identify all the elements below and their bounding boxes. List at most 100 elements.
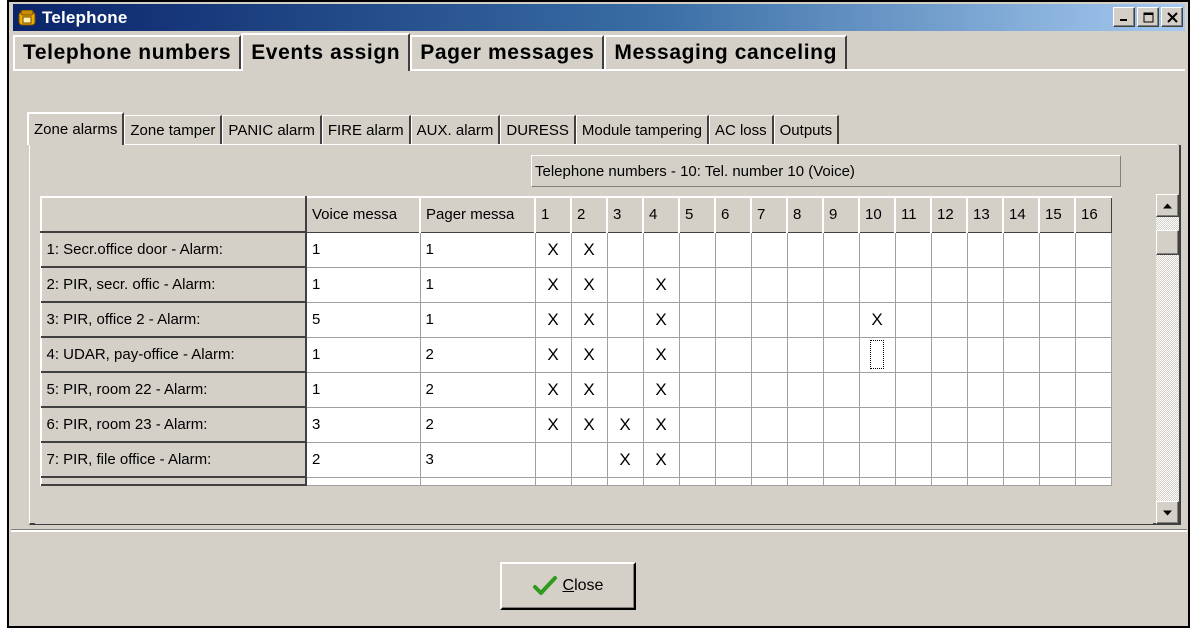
assign-cell-tel-1[interactable]: X (534, 266, 572, 303)
assign-cell-tel-16[interactable] (1074, 336, 1112, 373)
assign-cell-tel-12[interactable] (930, 371, 968, 408)
tab-fire-alarm[interactable]: FIRE alarm (321, 115, 411, 144)
assign-cell-tel-5[interactable] (678, 441, 716, 478)
assign-cell-tel-3[interactable]: X (606, 406, 644, 443)
tab-aux-alarm[interactable]: AUX. alarm (410, 115, 501, 144)
assign-cell-tel-16[interactable] (1074, 406, 1112, 443)
assign-cell-tel-14[interactable] (1002, 266, 1040, 303)
assign-cell-tel-4[interactable]: X (642, 406, 680, 443)
assign-cell-tel-7[interactable] (750, 266, 788, 303)
scroll-down-button[interactable] (1156, 501, 1179, 524)
assign-cell-tel-8[interactable] (786, 406, 824, 443)
assign-cell-tel-14[interactable] (1002, 371, 1040, 408)
tab-module-tampering[interactable]: Module tampering (575, 115, 709, 144)
assign-cell-tel-15[interactable] (1038, 371, 1076, 408)
assign-cell-tel-10[interactable] (858, 231, 896, 268)
assign-cell-tel-14[interactable] (1002, 406, 1040, 443)
assign-cell-tel-13[interactable] (966, 231, 1004, 268)
assign-cell-tel-11[interactable] (894, 441, 932, 478)
row-header[interactable]: 7: PIR, file office - Alarm: (40, 441, 307, 478)
row-header[interactable]: 2: PIR, secr. offic - Alarm: (40, 266, 307, 303)
assign-cell-tel-6[interactable] (714, 336, 752, 373)
assign-cell-tel-10[interactable] (858, 371, 896, 408)
assign-cell-tel-6[interactable] (714, 231, 752, 268)
assign-cell-tel-1[interactable]: X (534, 231, 572, 268)
assign-cell-tel-7[interactable] (750, 336, 788, 373)
assign-cell-tel-13[interactable] (966, 266, 1004, 303)
assign-cell-tel-8[interactable] (786, 371, 824, 408)
assign-cell-tel-9[interactable] (822, 371, 860, 408)
close-window-button[interactable] (1161, 7, 1183, 27)
voice-message-cell[interactable]: 1 (305, 231, 421, 268)
pager-message-cell[interactable]: 1 (419, 301, 536, 338)
assign-cell-tel-8[interactable] (786, 336, 824, 373)
pager-message-cell[interactable]: 1 (419, 266, 536, 303)
assign-cell-tel-11[interactable] (894, 336, 932, 373)
pager-message-cell[interactable]: 3 (419, 441, 536, 478)
assign-cell-tel-14[interactable] (1002, 231, 1040, 268)
assign-cell-tel-12[interactable] (930, 231, 968, 268)
assign-cell-tel-14[interactable] (1002, 301, 1040, 338)
voice-message-cell[interactable]: 1 (305, 371, 421, 408)
assign-cell-tel-6[interactable] (714, 266, 752, 303)
assign-cell-tel-9[interactable] (822, 231, 860, 268)
column-header-tel-14[interactable]: 14 (1002, 196, 1040, 233)
assign-cell-tel-10[interactable] (858, 441, 896, 478)
tab-panic-alarm[interactable]: PANIC alarm (222, 115, 322, 144)
column-header-tel-16[interactable]: 16 (1074, 196, 1112, 233)
assign-cell-tel-16[interactable] (1074, 231, 1112, 268)
assign-cell-tel-16[interactable] (1074, 301, 1112, 338)
assign-cell-tel-15[interactable] (1038, 266, 1076, 303)
column-header-tel-3[interactable]: 3 (606, 196, 644, 233)
assign-cell-tel-1[interactable]: X (534, 406, 572, 443)
scroll-thumb[interactable] (1156, 230, 1179, 255)
assign-cell-tel-15[interactable] (1038, 231, 1076, 268)
assign-cell-tel-8[interactable] (786, 266, 824, 303)
assign-cell-tel-2[interactable] (570, 441, 608, 478)
voice-message-cell[interactable]: 5 (305, 301, 421, 338)
assign-cell-tel-13[interactable] (966, 441, 1004, 478)
row-header[interactable]: 4: UDAR, pay-office - Alarm: (40, 336, 307, 373)
assign-cell-tel-2[interactable]: X (570, 301, 608, 338)
assign-cell-tel-11[interactable] (894, 301, 932, 338)
assign-cell-tel-7[interactable] (750, 406, 788, 443)
pager-message-cell[interactable]: 2 (419, 371, 536, 408)
assign-cell-tel-13[interactable] (966, 406, 1004, 443)
assign-cell-tel-12[interactable] (930, 266, 968, 303)
assign-cell-tel-16[interactable] (1074, 441, 1112, 478)
assign-cell-tel-7[interactable] (750, 371, 788, 408)
assign-cell-tel-4[interactable]: X (642, 336, 680, 373)
assign-cell-tel-15[interactable] (1038, 301, 1076, 338)
assign-cell-tel-8[interactable] (786, 441, 824, 478)
assign-cell-tel-16[interactable] (1074, 266, 1112, 303)
assign-cell-tel-7[interactable] (750, 441, 788, 478)
assign-cell-tel-3[interactable] (606, 336, 644, 373)
assign-cell-tel-11[interactable] (894, 406, 932, 443)
assign-cell-tel-13[interactable] (966, 301, 1004, 338)
column-header-tel-15[interactable]: 15 (1038, 196, 1076, 233)
column-header-tel-11[interactable]: 11 (894, 196, 932, 233)
pager-message-cell[interactable]: 2 (419, 336, 536, 373)
row-header[interactable]: 5: PIR, room 22 - Alarm: (40, 371, 307, 408)
assign-cell-tel-11[interactable] (894, 231, 932, 268)
assign-cell-tel-11[interactable] (894, 371, 932, 408)
assign-cell-tel-3[interactable] (606, 301, 644, 338)
assign-cell-tel-9[interactable] (822, 406, 860, 443)
assign-cell-tel-2[interactable]: X (570, 336, 608, 373)
assign-cell-tel-6[interactable] (714, 301, 752, 338)
column-header-tel-10[interactable]: 10 (858, 196, 896, 233)
assign-cell-tel-2[interactable]: X (570, 406, 608, 443)
assign-cell-tel-8[interactable] (786, 301, 824, 338)
assign-cell-tel-14[interactable] (1002, 336, 1040, 373)
column-header-voice[interactable]: Voice messa (305, 196, 421, 233)
assign-cell-tel-6[interactable] (714, 406, 752, 443)
assign-cell-tel-3[interactable]: X (606, 441, 644, 478)
tab-ac-loss[interactable]: AC loss (708, 115, 774, 144)
assign-cell-tel-3[interactable] (606, 231, 644, 268)
assign-cell-tel-4[interactable] (642, 231, 680, 268)
assign-cell-tel-9[interactable] (822, 266, 860, 303)
column-header-tel-1[interactable]: 1 (534, 196, 572, 233)
assign-cell-tel-4[interactable]: X (642, 371, 680, 408)
tab-zone-tamper[interactable]: Zone tamper (124, 115, 223, 144)
assign-cell-tel-1[interactable]: X (534, 371, 572, 408)
